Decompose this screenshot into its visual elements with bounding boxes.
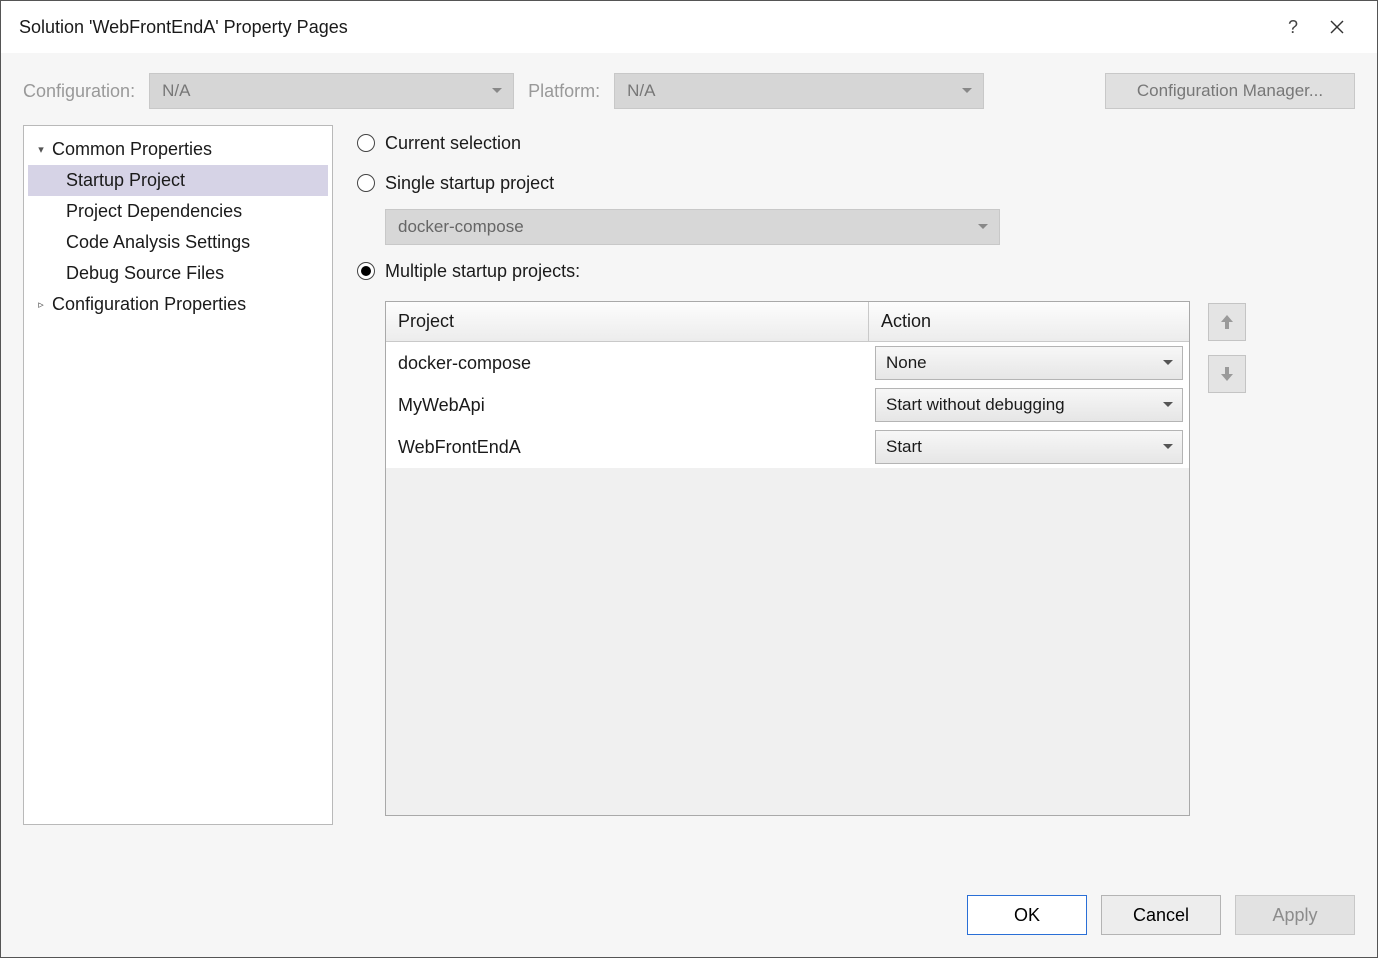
tree-item-configuration-properties[interactable]: ▹ Configuration Properties	[28, 289, 328, 320]
platform-value: N/A	[627, 81, 655, 101]
tree-label: Configuration Properties	[52, 294, 246, 315]
chevron-down-icon	[977, 221, 989, 233]
projects-panel: Project Action docker-compose None	[357, 301, 1355, 816]
tree-label: Common Properties	[52, 139, 212, 160]
property-tree[interactable]: ▾ Common Properties Startup Project Proj…	[23, 125, 333, 825]
tree-item-project-dependencies[interactable]: Project Dependencies	[28, 196, 328, 227]
radio-current-selection[interactable]	[357, 134, 375, 152]
chevron-down-icon	[491, 85, 503, 97]
single-startup-value: docker-compose	[398, 217, 524, 237]
radio-current-selection-row: Current selection	[357, 129, 1355, 157]
radio-multiple-startup[interactable]	[357, 262, 375, 280]
expander-icon[interactable]: ▾	[34, 143, 48, 156]
action-value: None	[886, 353, 927, 373]
close-button[interactable]	[1315, 5, 1359, 49]
projects-table-body: docker-compose None MyWebApi Star	[386, 342, 1189, 468]
tree-label: Debug Source Files	[66, 263, 224, 284]
project-cell: WebFrontEndA	[386, 437, 869, 458]
configuration-manager-button: Configuration Manager...	[1105, 73, 1355, 109]
project-cell: docker-compose	[386, 353, 869, 374]
tree-item-startup-project[interactable]: Startup Project	[28, 165, 328, 196]
tree-label: Startup Project	[66, 170, 185, 191]
arrow-up-icon	[1218, 313, 1236, 331]
configuration-dropdown: N/A	[149, 73, 514, 109]
chevron-down-icon	[1162, 441, 1174, 453]
chevron-down-icon	[1162, 357, 1174, 369]
radio-current-selection-label: Current selection	[385, 133, 521, 154]
action-dropdown[interactable]: Start	[875, 430, 1183, 464]
col-action[interactable]: Action	[869, 302, 1189, 341]
project-cell: MyWebApi	[386, 395, 869, 416]
arrow-down-icon	[1218, 365, 1236, 383]
action-value: Start	[886, 437, 922, 457]
table-row[interactable]: MyWebApi Start without debugging	[386, 384, 1189, 426]
main-area: ▾ Common Properties Startup Project Proj…	[1, 125, 1377, 825]
action-dropdown[interactable]: None	[875, 346, 1183, 380]
dialog-buttons: OK Cancel Apply	[967, 895, 1355, 935]
col-project[interactable]: Project	[386, 302, 869, 341]
startup-project-panel: Current selection Single startup project…	[357, 125, 1355, 825]
radio-single-startup-row: Single startup project	[357, 169, 1355, 197]
platform-dropdown: N/A	[614, 73, 984, 109]
config-row: Configuration: N/A Platform: N/A Configu…	[1, 53, 1377, 125]
reorder-buttons	[1208, 303, 1246, 816]
projects-table: Project Action docker-compose None	[385, 301, 1190, 816]
help-button[interactable]: ?	[1271, 5, 1315, 49]
cancel-button[interactable]: Cancel	[1101, 895, 1221, 935]
close-icon	[1330, 20, 1344, 34]
projects-table-header: Project Action	[386, 302, 1189, 342]
titlebar: Solution 'WebFrontEndA' Property Pages ?	[1, 1, 1377, 53]
move-up-button	[1208, 303, 1246, 341]
tree-item-debug-source-files[interactable]: Debug Source Files	[28, 258, 328, 289]
window-title: Solution 'WebFrontEndA' Property Pages	[19, 17, 348, 38]
expander-icon[interactable]: ▹	[34, 298, 48, 311]
configuration-label: Configuration:	[23, 81, 135, 102]
table-row[interactable]: WebFrontEndA Start	[386, 426, 1189, 468]
configuration-value: N/A	[162, 81, 190, 101]
single-startup-dropdown: docker-compose	[385, 209, 1000, 245]
radio-multiple-startup-row: Multiple startup projects:	[357, 257, 1355, 285]
move-down-button	[1208, 355, 1246, 393]
chevron-down-icon	[961, 85, 973, 97]
table-row[interactable]: docker-compose None	[386, 342, 1189, 384]
radio-single-startup-label: Single startup project	[385, 173, 554, 194]
action-value: Start without debugging	[886, 395, 1065, 415]
tree-item-common-properties[interactable]: ▾ Common Properties	[28, 134, 328, 165]
apply-button: Apply	[1235, 895, 1355, 935]
ok-button[interactable]: OK	[967, 895, 1087, 935]
radio-multiple-startup-label: Multiple startup projects:	[385, 261, 580, 282]
tree-label: Code Analysis Settings	[66, 232, 250, 253]
tree-label: Project Dependencies	[66, 201, 242, 222]
radio-single-startup[interactable]	[357, 174, 375, 192]
platform-label: Platform:	[528, 81, 600, 102]
tree-item-code-analysis-settings[interactable]: Code Analysis Settings	[28, 227, 328, 258]
chevron-down-icon	[1162, 399, 1174, 411]
action-dropdown[interactable]: Start without debugging	[875, 388, 1183, 422]
